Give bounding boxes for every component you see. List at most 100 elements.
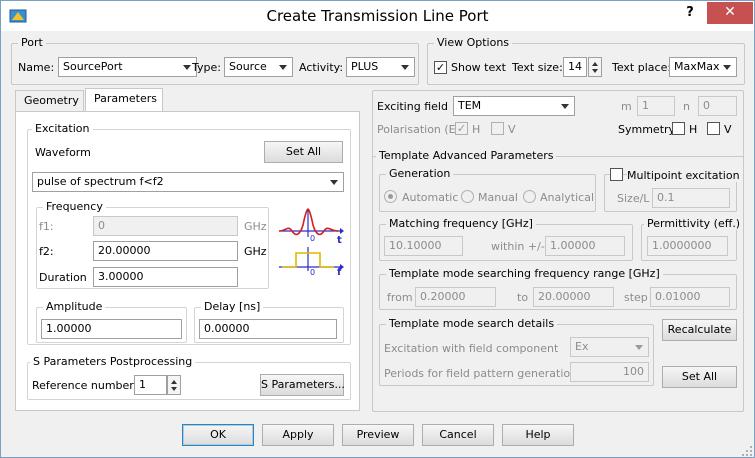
exciting-field-combo[interactable]: TEM <box>453 96 575 116</box>
exciting-field-label: Exciting field <box>377 100 448 113</box>
help-icon[interactable]: ? <box>681 5 699 25</box>
reference-number-spinner[interactable] <box>167 375 181 395</box>
chevron-down-icon <box>401 65 409 70</box>
text-place-label: Text place: <box>612 61 672 74</box>
amplitude-input[interactable]: 1.00000 <box>41 319 182 339</box>
view-options-title: View Options <box>434 36 513 49</box>
excitation-component-label: Excitation with field component <box>384 342 559 355</box>
excitation-component-combo[interactable]: Ex <box>570 337 649 357</box>
amplitude-title: Amplitude <box>43 300 106 313</box>
chevron-down-icon <box>561 104 569 109</box>
polarisation-h-label: H <box>472 123 481 136</box>
window-title: Create Transmission Line Port <box>266 7 489 25</box>
type-combo-value: Source <box>229 60 267 73</box>
periods-label: Periods for field pattern generation <box>384 367 578 380</box>
m-input[interactable]: 1 <box>637 96 675 116</box>
text-size-spinner[interactable] <box>588 57 602 77</box>
chevron-down-icon <box>723 65 731 70</box>
apply-button[interactable]: Apply <box>262 424 334 446</box>
preview-t-label: t <box>337 235 342 246</box>
activity-label: Activity: <box>299 61 344 74</box>
close-button[interactable]: ✕ <box>707 2 753 24</box>
text-place-combo[interactable]: MaxMax <box>669 57 737 77</box>
from-label: from <box>387 291 413 304</box>
spin-up-icon <box>171 380 177 384</box>
reference-number-label: Reference number: <box>32 379 138 392</box>
search-details-title: Template mode search details <box>386 317 558 330</box>
polarisation-v-checkbox[interactable] <box>491 122 504 135</box>
name-combo[interactable]: SourcePort <box>58 57 197 77</box>
step-input[interactable]: 0.01000 <box>650 287 730 307</box>
polarisation-label: Polarisation (E) <box>377 123 460 136</box>
from-input[interactable]: 0.20000 <box>415 287 496 307</box>
radio-analytical[interactable] <box>523 190 536 203</box>
waveform-preview-graphic: t 0 f 0 <box>276 205 344 275</box>
name-label: Name: <box>18 61 55 74</box>
f2-label: f2: <box>39 245 54 258</box>
tab-parameters[interactable]: Parameters <box>85 88 163 112</box>
cancel-button[interactable]: Cancel <box>422 424 494 446</box>
type-combo[interactable]: Source <box>224 57 293 77</box>
permittivity-title: Permittivity (eff.) <box>644 217 744 230</box>
tab-geometry[interactable]: Geometry <box>15 90 84 112</box>
within-input[interactable]: 1.00000 <box>545 236 625 256</box>
delay-input[interactable]: 0.00000 <box>199 319 337 339</box>
s-parameters-button[interactable]: S Parameters... <box>260 374 345 396</box>
chevron-down-icon <box>183 65 191 70</box>
frequency-title: Frequency <box>43 200 106 213</box>
text-size-label: Text size: <box>512 61 563 74</box>
radio-automatic[interactable] <box>384 190 397 203</box>
template-title: Template Advanced Parameters <box>376 149 557 162</box>
activity-combo[interactable]: PLUS <box>346 57 415 77</box>
waveform-label: Waveform <box>35 146 91 159</box>
dialog-window: Create Transmission Line Port ? ✕ Port N… <box>0 0 755 458</box>
duration-input[interactable]: 3.00000 <box>93 267 238 287</box>
show-text-checkbox[interactable]: ✓ <box>434 61 447 74</box>
polarisation-h-checkbox[interactable]: ✓ <box>455 122 468 135</box>
symmetry-v-label: V <box>724 123 732 136</box>
title-bar: Create Transmission Line Port ? ✕ <box>1 1 754 31</box>
polarisation-v-label: V <box>508 123 516 136</box>
permittivity-input[interactable]: 1.0000000 <box>647 236 728 256</box>
reference-number-input[interactable]: 1 <box>134 375 167 395</box>
text-size-input[interactable]: 14 <box>563 57 587 77</box>
symmetry-h-checkbox[interactable] <box>672 122 685 135</box>
symmetry-label: Symmetry <box>618 123 676 136</box>
size-l-label: Size/L <box>617 192 650 205</box>
n-input[interactable]: 0 <box>698 96 737 116</box>
analytical-label: Analytical <box>540 191 595 204</box>
template-set-all-button[interactable]: Set All <box>662 366 737 388</box>
view-options-group: View Options ✓ Show text Text size: 14 T… <box>427 36 745 85</box>
spin-up-icon <box>592 62 598 66</box>
generation-title: Generation <box>386 167 454 180</box>
f2-unit: GHz <box>244 245 267 258</box>
manual-label: Manual <box>478 191 518 204</box>
symmetry-v-checkbox[interactable] <box>707 122 720 135</box>
duration-label: Duration <box>39 271 87 284</box>
waveform-combo[interactable]: pulse of spectrum f<f2 <box>32 172 344 192</box>
f1-input[interactable]: 0 <box>93 216 238 236</box>
multipoint-label: Multipoint excitation <box>627 169 743 182</box>
chevron-down-icon <box>635 345 643 350</box>
help-button[interactable]: Help <box>502 424 574 446</box>
text-place-value: MaxMax <box>674 60 720 73</box>
multipoint-checkbox[interactable] <box>610 168 623 181</box>
recalculate-button[interactable]: Recalculate <box>662 319 737 341</box>
periods-value: 100 <box>623 365 644 378</box>
spin-down-icon <box>171 387 177 391</box>
matching-frequency-input[interactable]: 10.10000 <box>384 236 463 256</box>
chevron-down-icon <box>279 65 287 70</box>
set-all-button[interactable]: Set All <box>264 141 343 163</box>
f2-input[interactable]: 20.00000 <box>93 241 238 261</box>
size-l-input[interactable]: 0.1 <box>652 188 730 208</box>
waveform-value: pulse of spectrum f<f2 <box>37 175 164 188</box>
radio-manual[interactable] <box>461 190 474 203</box>
preview-button[interactable]: Preview <box>342 424 414 446</box>
ok-button[interactable]: OK <box>182 424 254 446</box>
resize-grip-icon[interactable] <box>741 445 753 457</box>
preview-f-label: f <box>337 267 342 275</box>
exciting-field-value: TEM <box>458 99 482 112</box>
periods-input[interactable]: 100 <box>570 362 649 382</box>
delay-title: Delay [ns] <box>201 300 264 313</box>
to-input[interactable]: 20.00000 <box>533 287 614 307</box>
